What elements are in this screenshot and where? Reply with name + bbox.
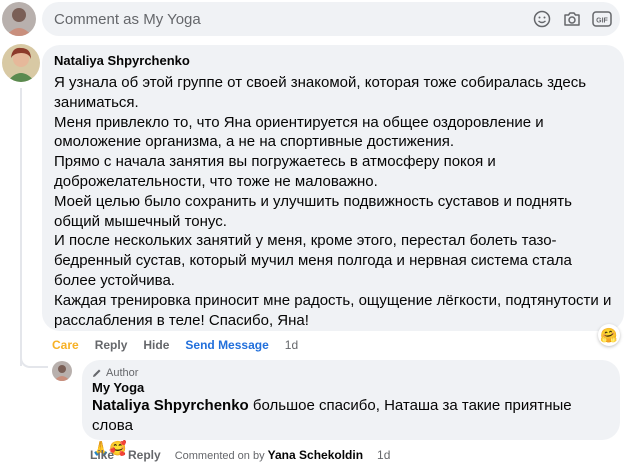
reply-reply-button[interactable]: Reply: [128, 448, 161, 462]
comment-paragraph: Прямо с начала занятия вы погружаетесь в…: [54, 153, 496, 190]
author-badge: Author: [92, 366, 610, 380]
comment-author[interactable]: Nataliya Shpyrchenko: [54, 53, 612, 69]
care-reaction-icon[interactable]: 🤗: [598, 324, 620, 346]
comment-paragraph: И после нескольких занятий у меня, кроме…: [54, 232, 572, 289]
pencil-icon: [93, 369, 101, 377]
author-badge-label: Author: [106, 367, 139, 379]
comment-input-placeholder: Comment as My Yoga: [54, 11, 201, 28]
send-message-button[interactable]: Send Message: [185, 338, 268, 352]
comment-paragraph: Каждая тренировка приносит мне радость, …: [54, 291, 612, 329]
reply-button[interactable]: Reply: [95, 338, 128, 352]
comment-paragraph: Меня привлекло то, что Яна ориентируется…: [54, 113, 544, 151]
care-reaction-button[interactable]: Care: [52, 338, 79, 352]
emoji-icon[interactable]: [532, 10, 552, 28]
commented-on-by: Commented on by Yana Schekoldin: [175, 448, 363, 462]
comment-timestamp[interactable]: 1d: [285, 338, 298, 352]
current-user-avatar[interactable]: [2, 2, 36, 36]
comment-input[interactable]: Comment as My Yoga GIF: [42, 2, 620, 36]
comment-paragraph: Я узнала об этой группе от своей знакомо…: [54, 74, 587, 111]
reply-bubble: Author My Yoga Nataliya Shpyrchenko боль…: [82, 360, 620, 456]
gif-icon-label: GIF: [596, 18, 608, 25]
commenter-avatar[interactable]: [2, 44, 40, 82]
reply-timestamp[interactable]: 1d: [377, 448, 390, 462]
thread-connector: [20, 350, 48, 368]
commenter-name[interactable]: Yana Schekoldin: [268, 448, 363, 462]
camera-icon[interactable]: [562, 10, 582, 28]
reply-author[interactable]: My Yoga: [92, 380, 610, 396]
comment-bubble: Nataliya Shpyrchenko Я узнала об этой гр…: [42, 45, 624, 331]
thread-line: [20, 88, 22, 366]
comment-paragraph: Моей целью было сохранить и улучшить под…: [54, 192, 572, 230]
mention-link[interactable]: Nataliya Shpyrchenko: [92, 397, 249, 414]
reply-text: Nataliya Shpyrchenko большое спасибо, На…: [92, 396, 610, 436]
commented-on-by-label: Commented on by: [174, 450, 265, 462]
reply-actions: Like Reply Commented on by Yana Schekold…: [90, 448, 390, 462]
page-avatar[interactable]: [52, 361, 72, 381]
gif-icon[interactable]: GIF: [592, 10, 612, 28]
comment-composer: Comment as My Yoga GIF: [0, 0, 624, 38]
hide-button[interactable]: Hide: [143, 338, 169, 352]
comment-text: Я узнала об этой группе от своей знакомо…: [54, 73, 612, 330]
comment-actions: Care Reply Hide Send Message 1d: [52, 338, 298, 352]
like-button[interactable]: Like: [90, 448, 114, 462]
reaction-emoji: 🤗: [600, 326, 618, 343]
